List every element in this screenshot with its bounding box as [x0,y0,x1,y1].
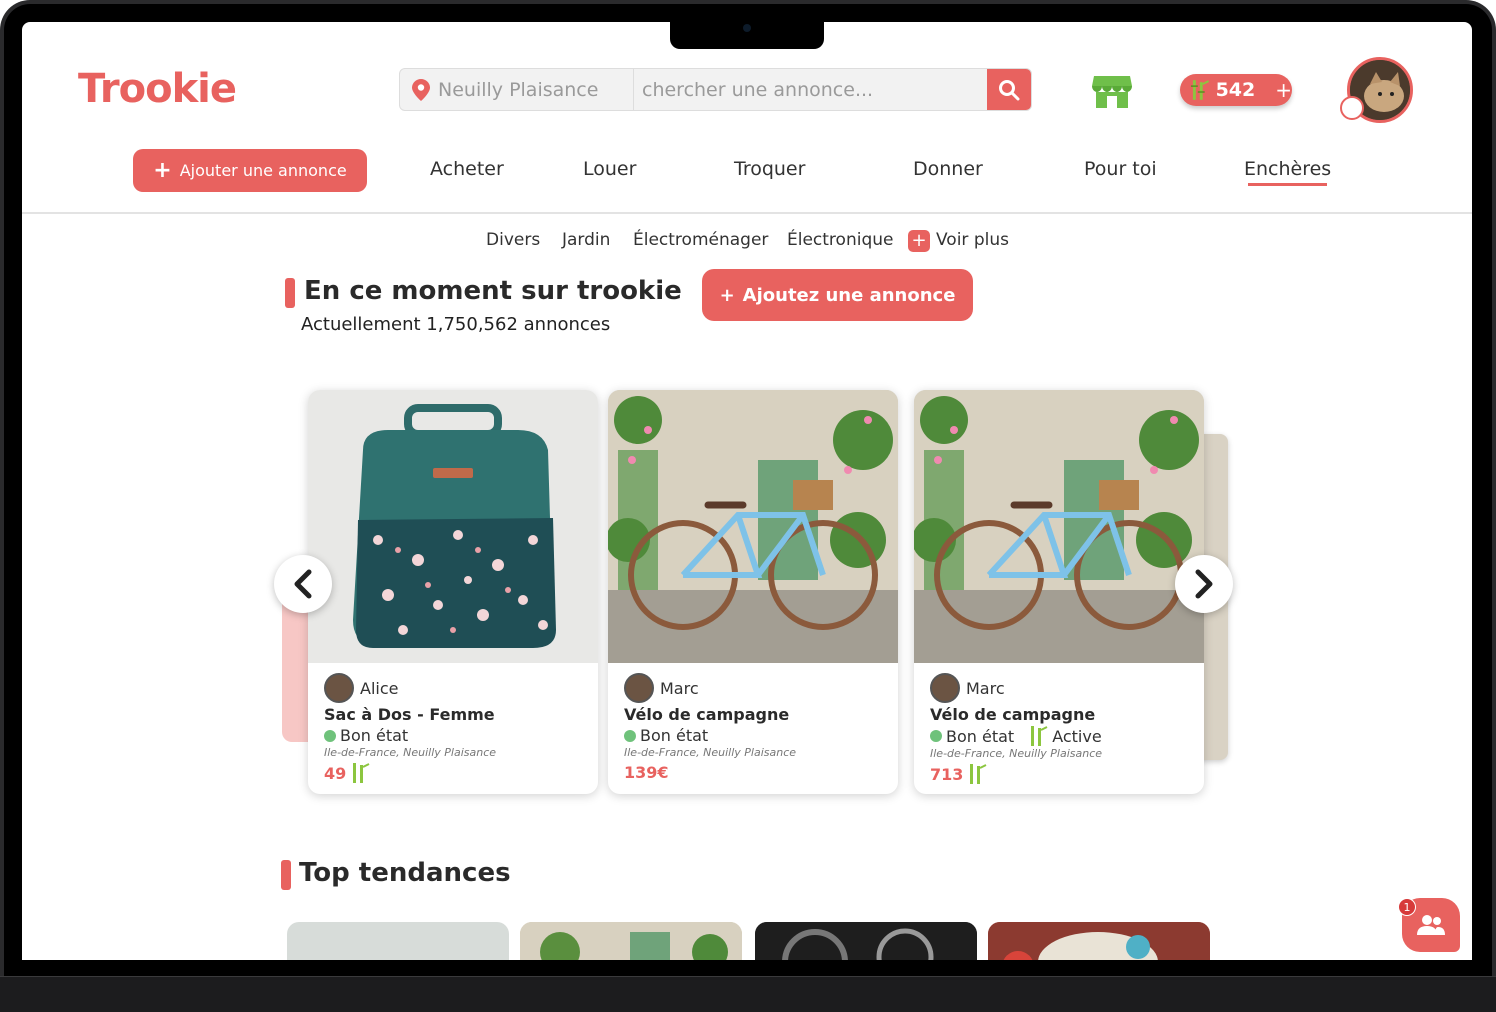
category-voir-plus[interactable]: Voir plus [936,230,1009,250]
camera-notch [670,22,824,49]
listing-price: 713 [930,764,1188,784]
state-label: Bon état [340,726,409,745]
listing-card[interactable]: Marc Vélo de campagne Bon état Active Il… [914,390,1204,794]
search-input[interactable]: chercher une annonce... [634,69,987,110]
nav-troquer[interactable]: Troquer [734,158,805,180]
condition-icon [930,730,942,742]
notification-badge: 1 [1398,898,1416,916]
listing-info: Alice Sac à Dos - Femme Bon état Ile-de-… [308,663,598,793]
seller-avatar [624,673,654,703]
price-value: 139€ [624,763,669,782]
app-screen: Trookie Neuilly Plaisance chercher une a… [22,22,1472,960]
listing-title: Vélo de campagne [624,705,790,724]
credits-count: 542 [1215,79,1256,101]
search-button[interactable] [987,69,1031,110]
bamboo-icon [1190,80,1210,100]
category-electronique[interactable]: Électronique [787,230,893,250]
add-annonce-button[interactable]: + Ajoutez une annonce [702,269,973,321]
plus-icon: + [719,284,735,306]
section-title-trends: Top tendances [299,858,511,888]
seller-name: Marc [966,678,1005,698]
listing-info: Marc Vélo de campagne Bon état Ile-de-Fr… [608,663,898,792]
nav-donner[interactable]: Donner [913,158,983,180]
listing-image-bike [608,390,898,663]
seller-name: Alice [360,678,399,698]
search-icon [999,79,1020,100]
laptop-base [0,976,1496,1012]
listing-location: Ile-de-France, Neuilly Plaisance [324,746,497,759]
location-field[interactable]: Neuilly Plaisance [400,69,634,110]
nav-encheres[interactable]: Enchères [1244,158,1331,186]
seller-avatar [930,673,960,703]
add-listing-button[interactable]: + Ajouter une annonce [133,149,367,192]
location-pin-icon [412,78,430,101]
listing-location: Ile-de-France, Neuilly Plaisance [624,746,797,759]
bamboo-icon [970,764,987,784]
section-marker [281,860,291,890]
listing-price: 49 [324,763,582,783]
camera-icon [743,24,751,32]
listing-state: Bon état [324,726,582,745]
trend-card[interactable] [287,922,509,960]
voir-plus-icon[interactable]: + [908,230,930,252]
users-icon [1417,915,1445,935]
listing-count: Actuellement 1,750,562 annonces [301,314,611,335]
seller-avatar [324,673,354,703]
listing-state: Bon état [624,726,882,745]
listing-state: Bon état Active [930,726,1188,746]
section-marker [285,278,295,308]
listing-info: Marc Vélo de campagne Bon état Active Il… [914,663,1204,794]
listing-card[interactable]: Marc Vélo de campagne Bon état Ile-de-Fr… [608,390,898,794]
add-listing-label: Ajouter une annonce [179,161,347,180]
plus-icon: + [153,158,172,183]
state-label: Bon état [640,726,709,745]
listing-title: Vélo de campagne [930,705,1096,724]
bamboo-icon [353,763,370,783]
nav-acheter[interactable]: Acheter [430,158,504,180]
nav-pour-toi[interactable]: Pour toi [1084,158,1157,180]
trend-card[interactable] [520,922,742,960]
add-annonce-label: Ajoutez une annonce [742,284,956,306]
status-dot [1340,96,1364,120]
state-label: Bon état [946,726,1015,746]
chevron-right-icon [1195,569,1213,599]
listing-image-bike [914,390,1204,663]
listing-location: Ile-de-France, Neuilly Plaisance [930,747,1103,760]
shop-icon[interactable] [1092,74,1132,108]
trend-card[interactable] [755,922,977,960]
category-jardin[interactable]: Jardin [562,230,610,250]
nav-louer[interactable]: Louer [583,158,636,180]
listing-price: 139€ [624,763,882,782]
listing-image-backpack [308,390,598,663]
price-value: 713 [930,764,964,784]
carousel-next-button[interactable] [1175,555,1233,613]
chevron-left-icon [294,569,312,599]
condition-icon [324,729,336,742]
listing-title: Sac à Dos - Femme [324,705,495,724]
seller-name: Marc [660,678,699,698]
trend-card[interactable] [988,922,1210,960]
price-value: 49 [324,763,347,783]
active-badge: Active [1052,726,1102,746]
seller: Marc [930,673,1188,703]
header-divider [22,212,1472,214]
listing-card[interactable]: Alice Sac à Dos - Femme Bon état Ile-de-… [308,390,598,794]
seller: Alice [324,673,582,703]
section-title-now: En ce moment sur trookie [304,276,682,306]
category-electromenager[interactable]: Électroménager [633,230,768,250]
location-text: Neuilly Plaisance [438,78,599,101]
seller: Marc [624,673,882,703]
condition-icon [624,729,636,742]
search-bar: Neuilly Plaisance chercher une annonce..… [399,68,1032,111]
bamboo-icon [1031,726,1048,746]
logo[interactable]: Trookie [78,66,237,112]
carousel-prev-button[interactable] [274,555,332,613]
category-divers[interactable]: Divers [486,230,540,250]
credits-button[interactable]: 542 + [1180,74,1292,106]
credits-plus: + [1275,78,1292,102]
